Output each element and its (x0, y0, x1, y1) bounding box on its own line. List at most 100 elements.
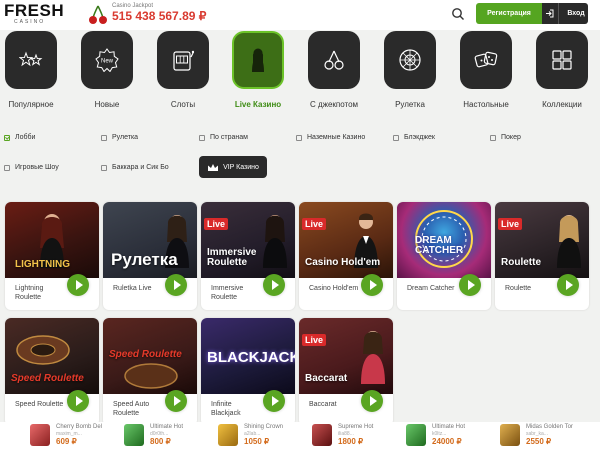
stars-icon (19, 51, 43, 67)
filter-roulette[interactable]: Рулетка (101, 134, 138, 141)
play-button[interactable] (165, 390, 187, 412)
game-card-immersive-roulette[interactable]: Live Immersive Roulette Immersive Roulet… (201, 202, 295, 310)
category-label: Рулетка (395, 100, 425, 109)
casino-jackpot: Casino Jackpot 515 438 567.89 ₽ (112, 3, 206, 23)
game-name: Speed Roulette (15, 401, 64, 408)
game-thumbnail: Live Baccarat (299, 318, 393, 394)
game-card-baccarat[interactable]: Live Baccarat Baccarat (299, 318, 393, 426)
game-name: Casino Hold'em (309, 285, 359, 292)
game-thumb-title: Speed Roulette (11, 373, 84, 384)
category-new[interactable]: New Новые (77, 31, 137, 117)
category-nav: Популярное New Новые Слоты Live Казино С… (0, 31, 600, 117)
dealer-image (361, 331, 385, 384)
play-button[interactable] (67, 390, 89, 412)
dealer-image (557, 215, 581, 268)
winner-item[interactable]: Shining Crown a2lab... 1050 ₽ (218, 424, 283, 446)
game-thumb-title: Casino Hold'em (305, 257, 381, 268)
winner-amount: 24000 ₽ (432, 437, 462, 446)
category-table-games[interactable]: Настольные (456, 31, 516, 117)
checkbox[interactable] (296, 134, 302, 141)
logo[interactable]: FRESH CASINO (4, 2, 64, 27)
winner-item[interactable]: Cherry Bomb Del maxim_m... 609 ₽ (30, 424, 102, 446)
checkbox[interactable] (101, 164, 107, 171)
filter-game-shows[interactable]: Игровые Шоу (4, 164, 59, 171)
category-live-casino[interactable]: Live Казино (228, 31, 288, 117)
checkbox[interactable] (4, 134, 10, 141)
game-thumb-title: Baccarat (305, 373, 348, 384)
filter-poker[interactable]: Покер (490, 134, 521, 141)
search-icon[interactable] (451, 7, 465, 21)
game-card-infinite-blackjack[interactable]: BLACKJACK Infinite Blackjack (201, 318, 295, 426)
checkbox[interactable] (199, 134, 205, 141)
game-name: Ruletka Live (113, 285, 152, 292)
checkbox[interactable] (490, 134, 496, 141)
category-label: Популярное (8, 100, 54, 109)
game-thumbnail: Live Immersive Roulette (201, 202, 295, 278)
game-name: Roulette (505, 285, 532, 292)
category-roulette[interactable]: Рулетка (380, 31, 440, 117)
play-button[interactable] (263, 274, 285, 296)
game-card-casino-holdem[interactable]: Live Casino Hold'em Casino Hold'em (299, 202, 393, 310)
game-name: Immersive Roulette (211, 285, 244, 301)
game-card-speed-roulette[interactable]: Speed Roulette Speed Roulette (5, 318, 99, 426)
cherries-icon (324, 50, 344, 70)
category-tile (384, 31, 436, 89)
checkbox[interactable] (393, 134, 399, 141)
play-button[interactable] (263, 390, 285, 412)
winner-item[interactable]: Supreme Hot ilia88... 1800 ₽ (312, 424, 373, 446)
play-button[interactable] (361, 390, 383, 412)
play-button[interactable] (557, 274, 579, 296)
category-label: Коллекции (542, 100, 582, 109)
filter-lobby[interactable]: Лобби (4, 134, 35, 141)
game-card-ruletka-live[interactable]: Рулетка Ruletka Live (103, 202, 197, 310)
filter-land-casino[interactable]: Наземные Казино (296, 134, 365, 141)
game-thumbnail: Live Casino Hold'em (299, 202, 393, 278)
winner-item[interactable]: Ultimate Hot d0r0th... 800 ₽ (124, 424, 183, 446)
filter-label: Лобби (15, 134, 36, 141)
play-button[interactable] (361, 274, 383, 296)
winner-amount: 609 ₽ (56, 437, 77, 446)
live-dealer-icon (252, 48, 264, 72)
filter-by-country[interactable]: По странам (199, 134, 248, 141)
roulette-wheel-image (124, 363, 178, 389)
filter-blackjack[interactable]: Блэкджек (393, 134, 435, 141)
svg-text:New: New (101, 59, 114, 65)
filter-label: Покер (501, 134, 521, 141)
game-thumb-title: BLACKJACK (207, 349, 295, 366)
category-jackpot[interactable]: С джекпотом (304, 31, 364, 117)
game-name: Speed Auto Roulette (113, 401, 150, 417)
winner-item[interactable]: Midas Golden Tor sabr_ka... 2550 ₽ (500, 424, 573, 446)
vip-casino-button[interactable]: VIP Казино (199, 156, 267, 178)
game-thumbnail: DREAM CATCHER (397, 202, 491, 278)
game-name: Lightning Roulette (15, 285, 44, 301)
filter-label: Баккара и Сик Бо (112, 164, 169, 171)
game-card-dream-catcher[interactable]: DREAM CATCHER Dream Catcher (397, 202, 491, 310)
filter-baccarat-sicbo[interactable]: Баккара и Сик Бо (101, 164, 169, 171)
winner-game-thumb (312, 424, 332, 446)
new-badge-icon: New (95, 48, 119, 72)
login-icon (546, 9, 554, 18)
play-button[interactable] (459, 274, 481, 296)
category-tile: New (81, 31, 133, 89)
game-card-lightning-roulette[interactable]: LIGHTNING Lightning Roulette (5, 202, 99, 310)
winner-game: Midas Golden Tor (526, 424, 573, 430)
checkbox[interactable] (101, 134, 107, 141)
vip-label: VIP Казино (223, 163, 259, 171)
winner-game-thumb (124, 424, 144, 446)
winner-game: Supreme Hot (338, 424, 374, 430)
game-card-speed-auto-roulette[interactable]: Speed Roulette Speed Auto Roulette (103, 318, 197, 426)
register-button[interactable]: Регистрация (476, 3, 542, 24)
category-popular[interactable]: Популярное (1, 31, 61, 117)
category-collections[interactable]: Коллекции (532, 31, 592, 117)
winner-item[interactable]: Ultimate Hot k0ltz... 24000 ₽ (406, 424, 465, 446)
login-button[interactable]: Вход (542, 3, 588, 24)
game-card-roulette[interactable]: Live Roulette Roulette (495, 202, 589, 310)
winner-amount: 800 ₽ (150, 437, 171, 446)
winner-game-thumb (406, 424, 426, 446)
play-button[interactable] (67, 274, 89, 296)
live-badge: Live (302, 218, 327, 230)
winner-game: Ultimate Hot (150, 424, 184, 430)
category-slots[interactable]: Слоты (153, 31, 213, 117)
play-button[interactable] (165, 274, 187, 296)
checkbox[interactable] (4, 164, 10, 171)
